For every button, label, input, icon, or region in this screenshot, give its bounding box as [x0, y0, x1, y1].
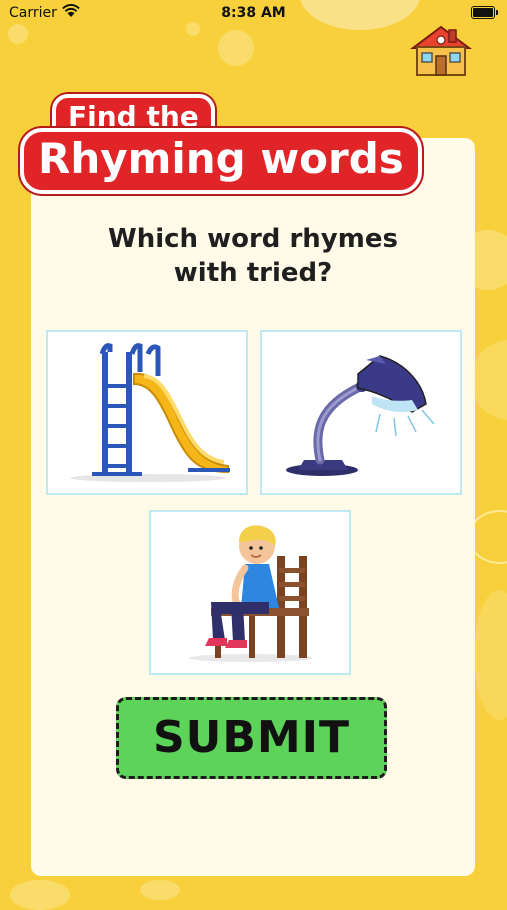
option-sitting-boy[interactable]	[149, 510, 351, 675]
question-line-2: with tried?	[173, 258, 333, 288]
background-dot	[140, 880, 180, 900]
background-dot	[218, 30, 254, 66]
question-line-1: Which word rhymes	[108, 224, 398, 254]
desk-lamp-image	[286, 355, 435, 476]
home-button[interactable]	[409, 24, 473, 80]
background-dot	[470, 340, 507, 420]
background-dot	[10, 880, 70, 910]
title-line-2: Rhyming words	[20, 128, 422, 194]
option-slide[interactable]	[46, 330, 248, 495]
playground-slide-image	[70, 343, 230, 482]
boy-sitting-chair-image	[189, 525, 313, 662]
house-icon	[410, 25, 472, 76]
background-dot	[474, 590, 507, 720]
title-banner: Find the Rhyming words	[20, 88, 484, 194]
option-lamp[interactable]	[260, 330, 462, 495]
battery-icon	[471, 6, 498, 19]
submit-button[interactable]: SUBMIT	[116, 697, 387, 779]
question-text: Which word rhymes with tried?	[31, 222, 475, 290]
clock: 8:38 AM	[221, 5, 286, 21]
